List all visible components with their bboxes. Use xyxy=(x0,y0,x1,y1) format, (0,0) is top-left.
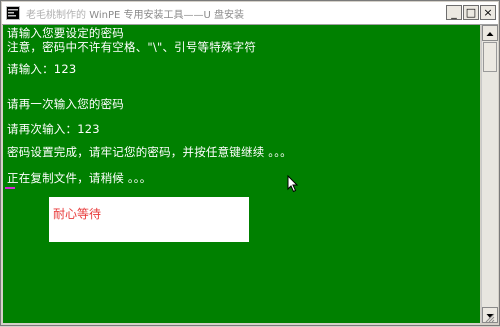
resize-grip-icon[interactable] xyxy=(483,311,495,323)
console-output[interactable]: 请输入您要设定的密码 注意，密码中不许有空格、"\"、引号等特殊字符 请输入：1… xyxy=(3,25,480,323)
mouse-pointer-icon xyxy=(287,175,299,193)
console-line-input: 请输入：123 xyxy=(7,62,77,76)
console-line-warning: 注意，密码中不许有空格、"\"、引号等特殊字符 xyxy=(7,40,257,54)
title-bar[interactable]: 老毛桃制作的 WinPE 专用安装工具——U 盘安装 _ □ × xyxy=(2,2,498,25)
scroll-up-button[interactable] xyxy=(482,25,498,41)
console-line-reinput: 请再次输入：123 xyxy=(7,122,100,136)
wait-popup-text: 耐心等待 xyxy=(53,207,102,221)
console-line-complete: 密码设置完成，请牢记您的密码，并按任意键继续 。。。 xyxy=(7,145,292,159)
wait-popup: 耐心等待 xyxy=(49,197,249,242)
console-app-icon xyxy=(6,6,20,20)
console-line-copying: 正在复制文件，请稍候 。。。 xyxy=(7,171,152,185)
window-title: 老毛桃制作的 WinPE 专用安装工具——U 盘安装 xyxy=(26,6,244,21)
scrollbar-thumb[interactable] xyxy=(483,42,497,72)
vertical-scrollbar[interactable] xyxy=(481,25,498,323)
close-button[interactable]: × xyxy=(480,5,496,20)
window-title-prefix: 老毛桃制作的 xyxy=(26,10,90,21)
window-title-main: WinPE 专用安装工具——U 盘安装 xyxy=(89,10,244,21)
minimize-button[interactable]: _ xyxy=(446,5,462,20)
arrow-up-icon xyxy=(486,32,494,36)
console-window: 老毛桃制作的 WinPE 专用安装工具——U 盘安装 _ □ × 请输入您要设定… xyxy=(0,0,500,326)
console-line-reprompt: 请再一次输入您的密码 xyxy=(7,97,124,111)
maximize-button[interactable]: □ xyxy=(463,5,479,20)
text-cursor xyxy=(5,187,15,189)
